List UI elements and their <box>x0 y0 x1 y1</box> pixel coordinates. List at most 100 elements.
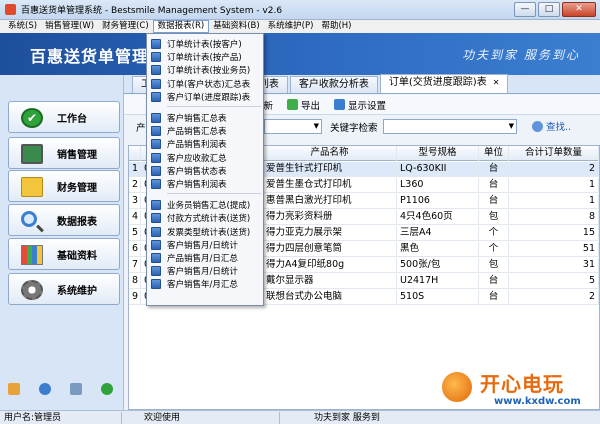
column-header[interactable]: 型号规格 <box>397 146 479 161</box>
search-icon <box>532 120 543 132</box>
report-menu-item[interactable]: 客户应收款汇总 <box>149 151 261 165</box>
banner-title: 百惠送货单管理 <box>30 47 150 66</box>
report-menu-label: 业务员销售汇总(提成) <box>167 201 251 212</box>
report-menu-item[interactable]: 产品销售月/日汇总 <box>149 251 261 265</box>
report-menu-item[interactable]: 付款方式统计表(送货) <box>149 211 261 225</box>
nav-label: 系统维护 <box>57 286 97 297</box>
report-icon <box>151 165 161 176</box>
keyword-input[interactable]: ▼ <box>383 119 517 134</box>
report-icon <box>151 113 161 123</box>
report-icon <box>151 91 161 102</box>
report-menu-label: 订单统计表(按客户) <box>167 40 242 50</box>
report-menu-label: 订单统计表(按业务员) <box>167 66 251 77</box>
calculator-icon[interactable] <box>70 383 82 395</box>
report-menu-item[interactable]: 客户销售年/月汇总 <box>149 277 261 291</box>
cell-spec: 4只4色60页 <box>397 210 479 225</box>
tab-close-icon[interactable]: ✕ <box>493 78 500 87</box>
report-menu-item[interactable]: 客户销售汇总表 <box>149 111 261 125</box>
report-menu-item[interactable]: 订单(客户状态)汇总表 <box>149 77 261 91</box>
report-icon <box>151 179 161 189</box>
status-user: 用户名:管理员 <box>0 412 122 424</box>
export-button[interactable]: 导出 <box>287 98 320 112</box>
report-icon <box>151 78 161 89</box>
report-menu-item[interactable]: 客户销售月/日统计 <box>149 238 261 252</box>
report-icon <box>151 39 161 49</box>
report-menu-item[interactable]: 客户销售月/日统计 <box>149 264 261 278</box>
report-menu-item[interactable]: 客户销售利润表 <box>149 177 261 191</box>
minimize-button[interactable]: — <box>514 2 536 17</box>
cell-name: 爱普生墨仓式打印机 <box>263 178 397 193</box>
refresh-icon[interactable] <box>101 383 113 395</box>
cell-qty: 1 <box>509 194 599 209</box>
menu-item[interactable]: 系统维护(P) <box>264 20 318 33</box>
status-welcome: 欢迎使用 <box>140 412 280 424</box>
report-menu-label: 订单(客户状态)汇总表 <box>167 79 251 90</box>
report-menu-item[interactable]: 订单统计表(按客户) <box>149 37 261 51</box>
cell-qty: 1 <box>509 178 599 193</box>
report-icon <box>151 253 161 263</box>
report-menu-item[interactable]: 产品销售利润表 <box>149 137 261 151</box>
gear-icon <box>21 280 43 300</box>
menu-item[interactable]: 财务管理(C) <box>98 20 153 33</box>
cell-no: 2 <box>129 178 141 193</box>
menu-item[interactable]: 系统(S) <box>4 20 41 33</box>
display-settings-button[interactable]: 显示设置 <box>334 98 386 112</box>
tab-order-progress[interactable]: 订单(交货进度跟踪)表 ✕ <box>379 74 509 93</box>
column-header[interactable]: 产品名称 <box>263 146 397 161</box>
cell-name: 爱普生针式打印机 <box>263 162 397 177</box>
cell-unit: 台 <box>479 194 509 209</box>
folder-icon <box>21 177 43 197</box>
close-button[interactable]: ✕ <box>562 2 596 17</box>
report-menu-label: 订单统计表(按产品) <box>167 53 242 64</box>
nav-maintenance[interactable]: 系统维护 <box>8 273 120 305</box>
menu-item[interactable]: 基础资料(B) <box>209 20 263 33</box>
menu-item[interactable]: 数据报表(R) <box>152 20 210 33</box>
column-header[interactable]: 合计订单数量 <box>509 146 599 161</box>
export-label: 导出 <box>301 100 321 112</box>
find-button[interactable]: 查找.. <box>532 119 571 133</box>
nav-label: 销售管理 <box>57 150 97 161</box>
report-menu-item[interactable]: 订单统计表(按产品) <box>149 50 261 64</box>
report-menu-label: 产品销售月/日汇总 <box>167 254 238 264</box>
nav-label: 数据报表 <box>57 217 97 228</box>
product-filter-select[interactable]: ▼ <box>264 119 322 134</box>
report-icon <box>151 52 161 63</box>
watermark: 开心电玩 www.kxdw.com <box>440 366 592 416</box>
nav-workbench[interactable]: 工作台 <box>8 101 120 133</box>
report-icon <box>151 152 161 163</box>
column-header[interactable] <box>129 146 141 161</box>
menu-separator <box>167 193 261 195</box>
cell-unit: 台 <box>479 274 509 289</box>
nav-sales[interactable]: 销售管理 <box>8 137 120 169</box>
nav-basic-data[interactable]: 基础资料 <box>8 238 120 270</box>
column-header[interactable]: 单位 <box>479 146 509 161</box>
report-menu-item[interactable]: 产品销售汇总表 <box>149 124 261 138</box>
menu-item[interactable]: 销售管理(W) <box>41 20 98 33</box>
monitor-icon <box>21 144 43 164</box>
report-menu-item[interactable]: 发票类型统计表(送货) <box>149 225 261 239</box>
watermark-logo-icon <box>440 370 474 404</box>
maximize-button[interactable]: □ <box>538 2 560 17</box>
export-icon <box>287 99 299 110</box>
tab-receivables-analysis[interactable]: 客户收款分析表 <box>289 76 378 93</box>
report-menu-item[interactable]: 业务员销售汇总(提成) <box>149 198 261 212</box>
cell-unit: 个 <box>479 226 509 241</box>
cell-unit: 包 <box>479 258 509 273</box>
note-icon[interactable] <box>8 383 20 395</box>
menu-item[interactable]: 帮助(H) <box>317 20 355 33</box>
report-menu-item[interactable]: 客户销售状态表 <box>149 164 261 178</box>
report-menu-item[interactable]: 客户订单(进度跟踪)表 <box>149 90 261 104</box>
product-filter-label: 产 <box>136 123 146 134</box>
chevron-down-icon: ▼ <box>508 122 514 130</box>
nav-reports[interactable]: 数据报表 <box>8 204 120 236</box>
cell-no: 6 <box>129 242 141 257</box>
report-menu-item[interactable]: 订单统计表(按业务员) <box>149 63 261 77</box>
clock-icon[interactable] <box>39 383 51 395</box>
report-menu-label: 客户应收款汇总 <box>167 153 227 164</box>
report-menu-label: 产品销售汇总表 <box>167 127 227 138</box>
status-slogan: 功夫到家 服务到 <box>314 413 380 423</box>
cell-qty: 5 <box>509 274 599 289</box>
cell-no: 4 <box>129 210 141 225</box>
nav-finance[interactable]: 财务管理 <box>8 170 120 202</box>
watermark-text: 开心电玩 <box>480 372 564 396</box>
